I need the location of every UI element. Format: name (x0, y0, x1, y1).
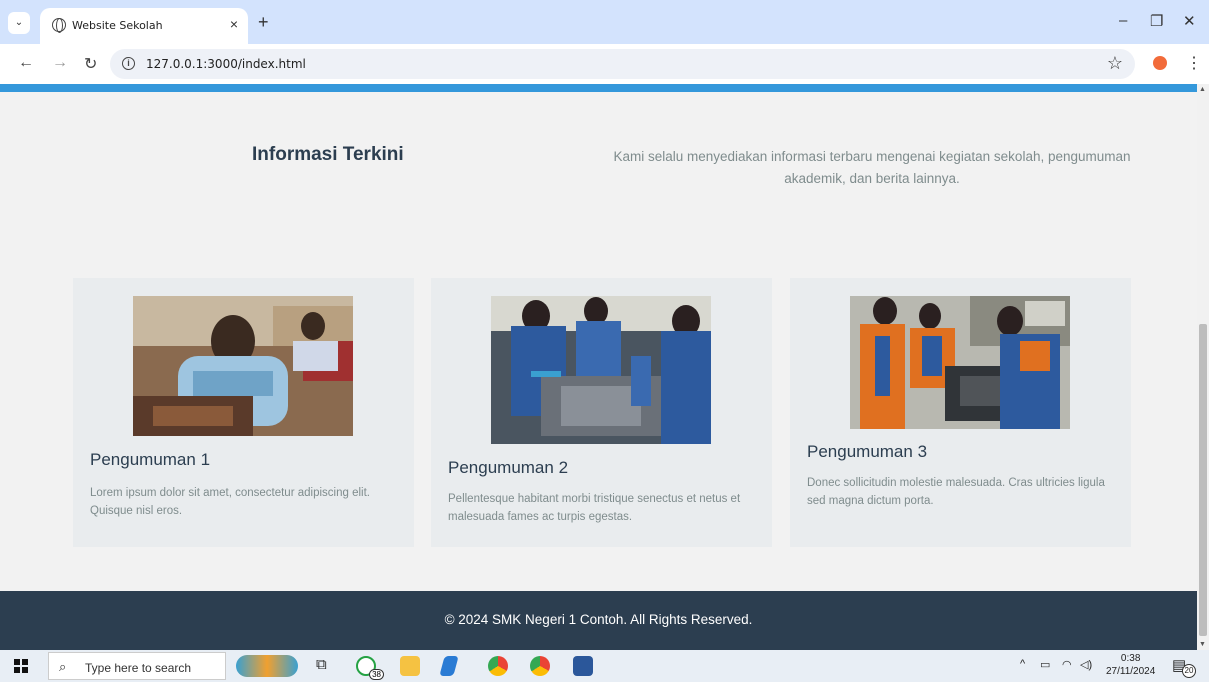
battery-icon[interactable]: ▭ (1040, 658, 1050, 671)
file-explorer-icon[interactable] (400, 656, 420, 676)
footer-copyright: © 2024 SMK Negeri 1 Contoh. All Rights R… (444, 612, 753, 627)
tray-chevron-icon[interactable]: ^ (1020, 658, 1025, 670)
page-viewport: Informasi Terkini Kami selalu menyediaka… (0, 84, 1197, 650)
page-footer: © 2024 SMK Negeri 1 Contoh. All Rights R… (0, 591, 1197, 650)
site-info-icon[interactable]: i (122, 57, 135, 70)
scroll-up-arrow-icon[interactable]: ▲ (1199, 86, 1206, 93)
wifi-icon[interactable]: ◠ (1062, 658, 1072, 671)
header-accent-bar (0, 84, 1197, 92)
notification-center-icon[interactable]: ▤ 20 (1172, 656, 1196, 678)
browser-tab-strip: ⌄ Website Sekolah × + – ❐ ✕ (0, 0, 1209, 44)
tab-search-chevron-icon[interactable]: ⌄ (8, 12, 30, 34)
scroll-down-arrow-icon[interactable]: ▼ (1199, 641, 1206, 648)
whatsapp-icon[interactable]: 38 (356, 656, 384, 680)
word-icon[interactable] (573, 656, 593, 676)
card-1-image (133, 296, 353, 436)
card-3-text: Donec sollicitudin molestie malesuada. C… (807, 477, 1105, 507)
taskbar-search-box[interactable]: ⌕ Type here to search (48, 652, 226, 680)
browser-tab[interactable]: Website Sekolah × (40, 8, 248, 44)
whatsapp-badge: 38 (369, 669, 384, 680)
scroll-thumb[interactable] (1199, 324, 1207, 636)
card-2-image (491, 296, 711, 444)
tab-title: Website Sekolah (72, 19, 163, 32)
weather-widget-icon[interactable] (236, 655, 298, 677)
chrome-profile-icon[interactable] (530, 656, 550, 676)
globe-icon (52, 18, 66, 33)
system-clock[interactable]: 0:38 27/11/2024 (1106, 652, 1155, 678)
forward-arrow-icon[interactable]: → (52, 54, 68, 72)
card-1-title: Pengumuman 1 (90, 450, 211, 469)
chrome-icon[interactable] (488, 656, 508, 676)
task-view-icon[interactable]: ⧉ (316, 656, 336, 676)
clock-date: 27/11/2024 (1106, 666, 1156, 677)
minimize-button[interactable]: – (1119, 12, 1127, 29)
reload-icon[interactable]: ↻ (84, 54, 97, 74)
announcement-card-1[interactable]: Pengumuman 1 Lorem ipsum dolor sit amet,… (73, 278, 414, 547)
windows-start-icon[interactable] (14, 659, 28, 673)
vscode-icon[interactable] (439, 656, 459, 676)
volume-icon[interactable]: ◁) (1080, 658, 1092, 671)
page-scrollbar[interactable]: ▲ ▼ (1197, 84, 1209, 650)
section-title: Informasi Terkini (252, 144, 404, 165)
notification-badge: 20 (1182, 664, 1196, 678)
card-2-title: Pengumuman 2 (448, 458, 569, 477)
close-window-button[interactable]: ✕ (1183, 12, 1196, 30)
windows-taskbar: ⌕ Type here to search ⧉ 38 ^ ▭ ◠ ◁) 0:38… (0, 650, 1209, 682)
search-icon: ⌕ (59, 659, 67, 674)
restore-button[interactable]: ❐ (1150, 12, 1163, 30)
card-2-text: Pellentesque habitant morbi tristique se… (448, 493, 741, 523)
card-3-image (850, 296, 1070, 429)
back-arrow-icon[interactable]: ← (18, 54, 34, 72)
announcement-card-2[interactable]: Pengumuman 2 Pellentesque habitant morbi… (431, 278, 772, 547)
url-text[interactable]: 127.0.0.1:3000/index.html (146, 57, 306, 71)
tab-close-icon[interactable]: × (230, 16, 238, 32)
taskbar-search-placeholder: Type here to search (85, 661, 192, 675)
card-1-text: Lorem ipsum dolor sit amet, consectetur … (90, 487, 370, 517)
announcement-card-3[interactable]: Pengumuman 3 Donec sollicitudin molestie… (790, 278, 1131, 547)
new-tab-button[interactable]: + (258, 12, 269, 33)
address-bar-row: ← → ↻ i 127.0.0.1:3000/index.html ☆ ⋮ (0, 44, 1209, 84)
section-description: Kami selalu menyediakan informasi terbar… (613, 149, 1131, 186)
bookmark-star-icon[interactable]: ☆ (1107, 53, 1123, 74)
clock-time: 0:38 (1120, 653, 1141, 664)
omnibox[interactable]: i 127.0.0.1:3000/index.html ☆ (110, 49, 1135, 79)
card-3-title: Pengumuman 3 (807, 442, 928, 461)
extension-icon[interactable] (1153, 56, 1167, 70)
browser-menu-icon[interactable]: ⋮ (1186, 53, 1202, 73)
